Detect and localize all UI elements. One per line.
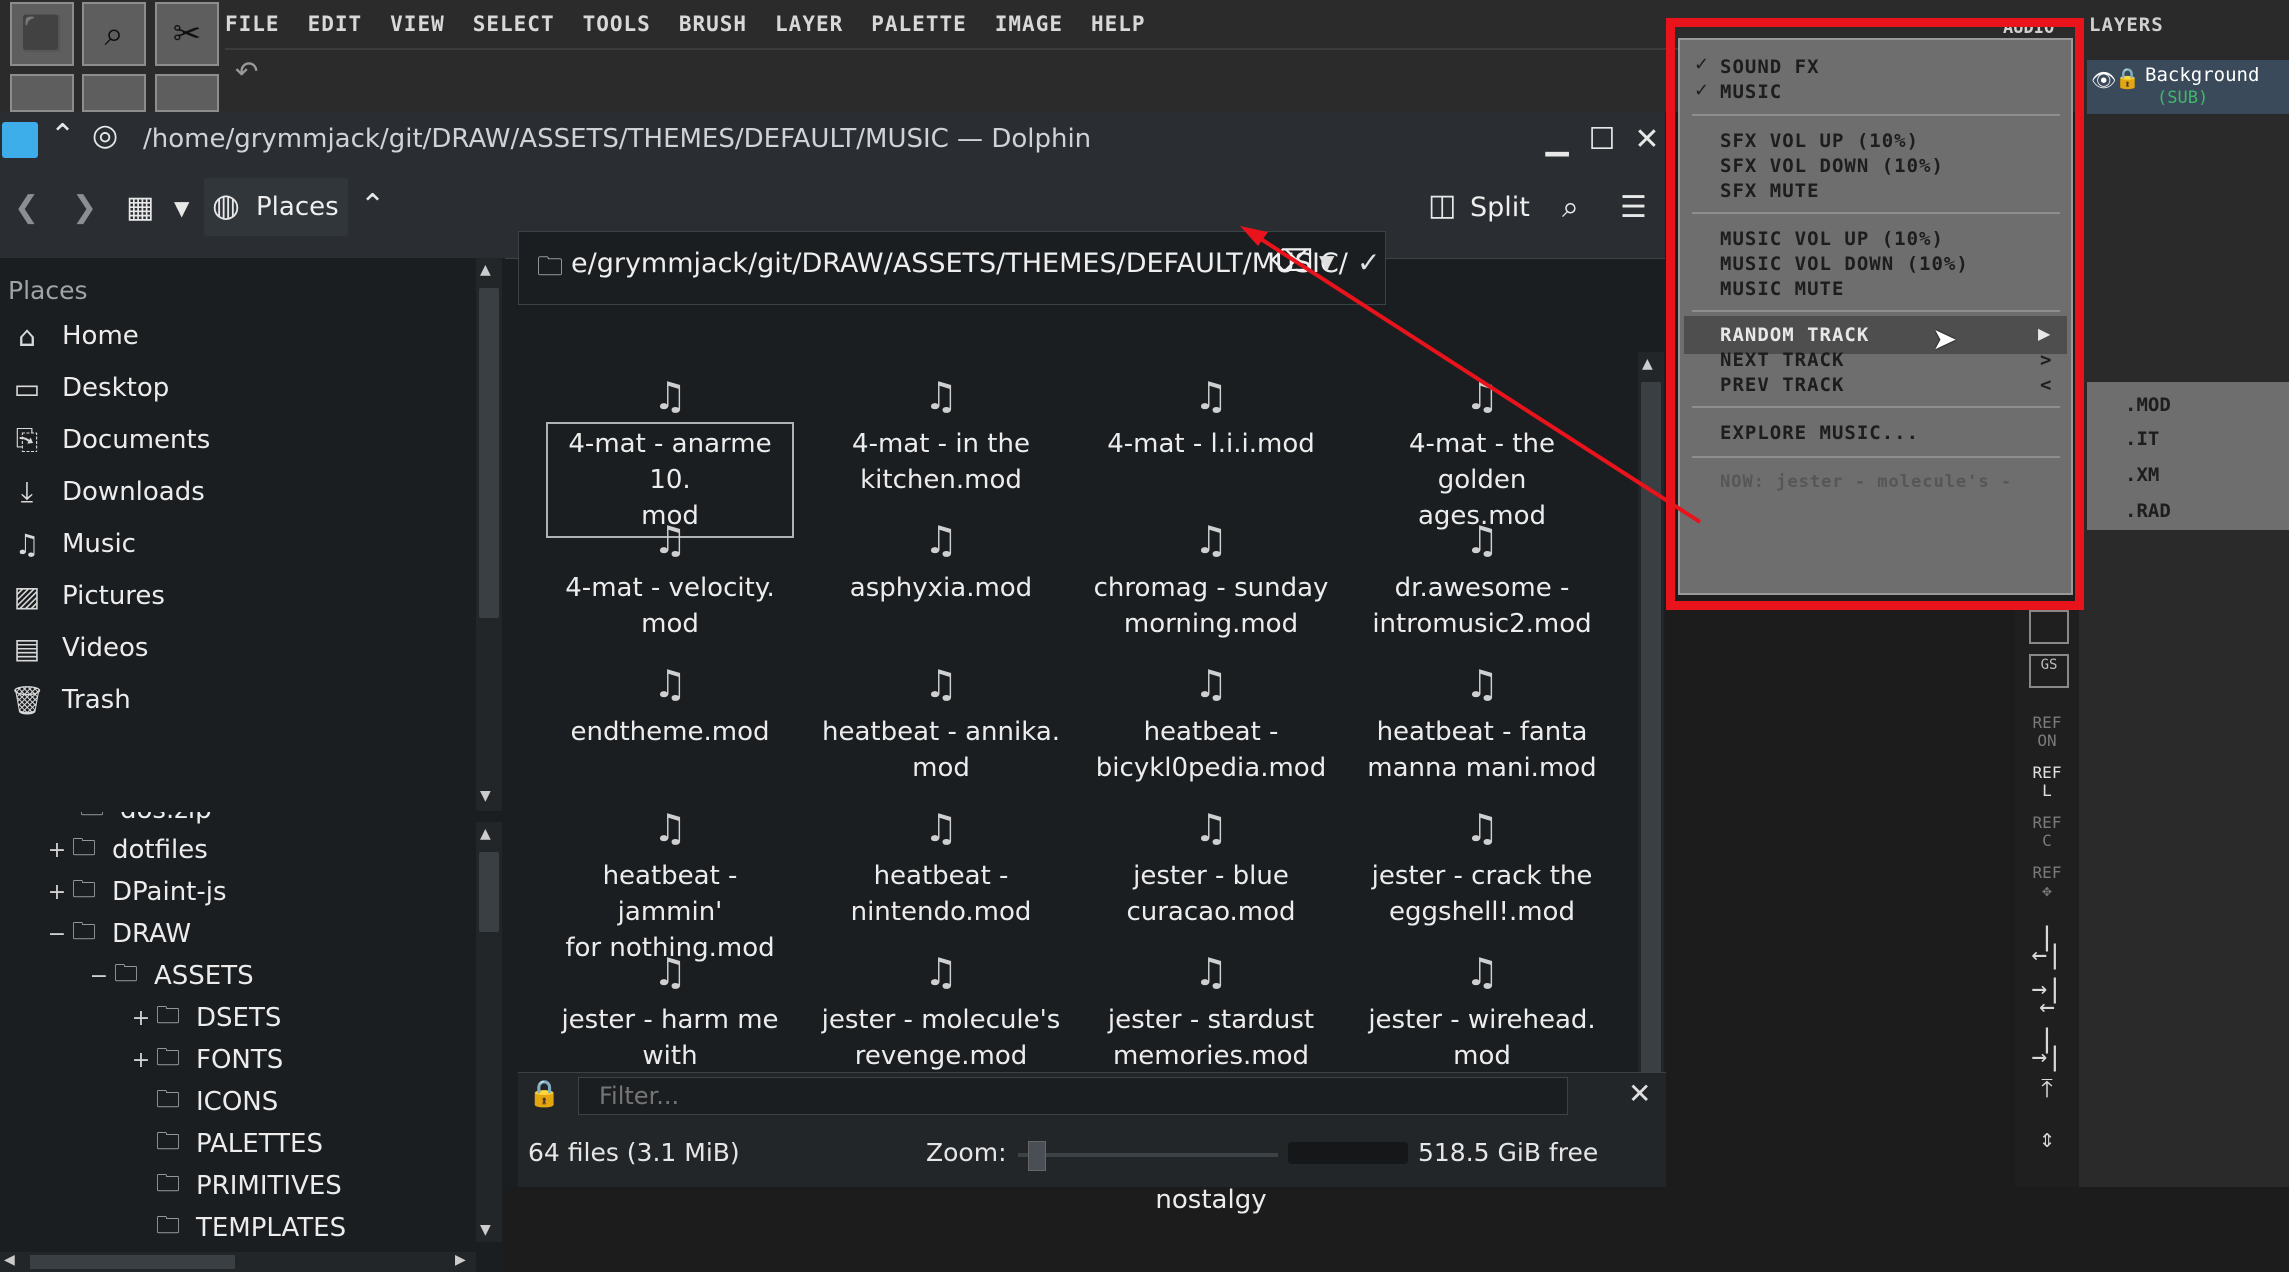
scroll-right-icon[interactable]: ▶ bbox=[455, 1252, 466, 1268]
tree-hscroll-thumb[interactable] bbox=[30, 1255, 235, 1269]
tree-item[interactable]: 🗀 TEMPLATES bbox=[126, 1208, 346, 1248]
red-annotation-arrow bbox=[1240, 226, 1702, 524]
scroll-down-icon[interactable]: ▼ bbox=[480, 1222, 491, 1238]
tree-hscrollbar[interactable]: ◀ ▶ bbox=[0, 1252, 476, 1272]
scroll-left-icon[interactable]: ◀ bbox=[4, 1252, 15, 1268]
folder-icon: 🗀 bbox=[156, 1210, 180, 1239]
tree-label: TEMPLATES bbox=[196, 1213, 347, 1243]
